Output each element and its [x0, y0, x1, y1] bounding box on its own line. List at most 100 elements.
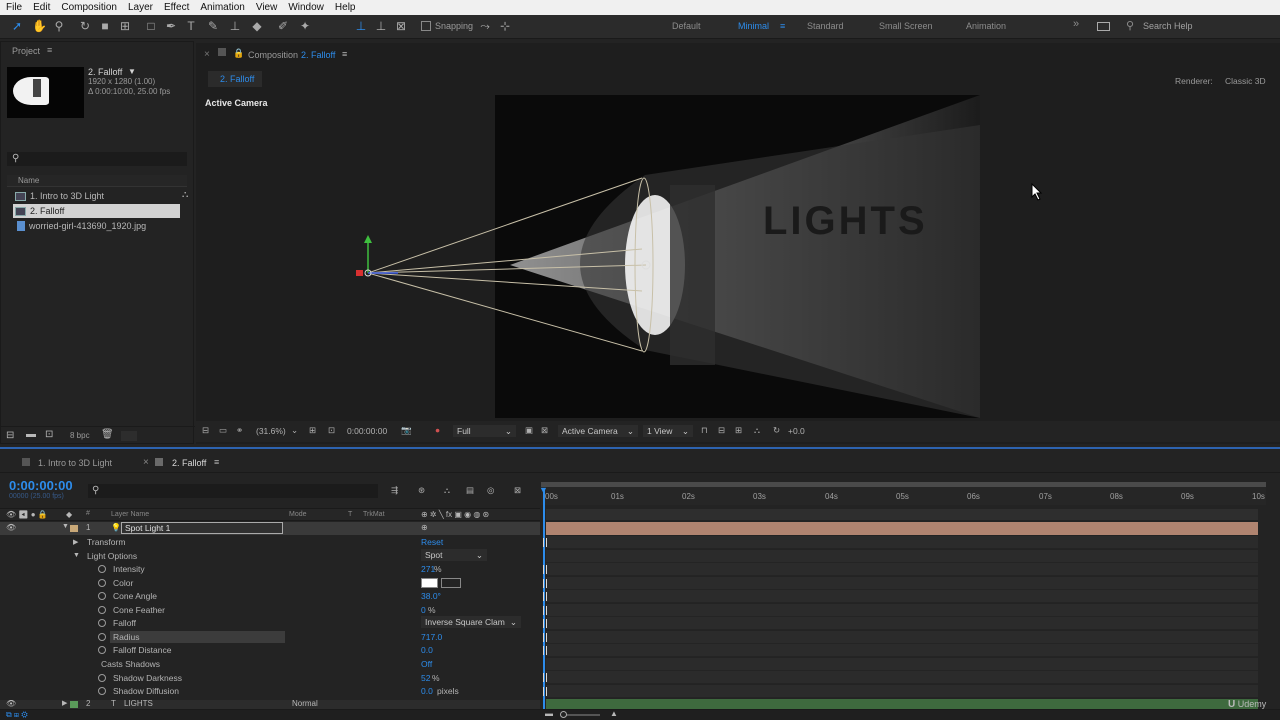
graph-editor-icon[interactable]: ⊠ — [514, 485, 521, 496]
mask-icon[interactable]: ⚭ — [236, 425, 243, 436]
collapsed-arrow-icon[interactable]: ▶ — [62, 700, 67, 707]
workspace-animation[interactable]: Animation — [966, 21, 1006, 31]
menu-edit[interactable]: Edit — [33, 2, 50, 13]
cone-angle-value[interactable]: 38.0° — [421, 591, 441, 601]
playhead-handle-icon[interactable]: ▼ — [539, 485, 548, 495]
layer-name-field[interactable]: Spot Light 1 — [121, 522, 283, 534]
safe-zone-icon[interactable]: ⊡ — [328, 425, 335, 436]
workspace-small-screen[interactable]: Small Screen — [879, 21, 933, 31]
workspace-default[interactable]: Default — [672, 21, 701, 31]
puppet-tool-icon[interactable]: ✦ — [298, 19, 312, 33]
project-search-input[interactable]: ⚲ — [7, 152, 187, 166]
snapshot-icon[interactable]: 📷 — [401, 425, 412, 436]
roto-brush-tool-icon[interactable]: ✐ — [276, 19, 290, 33]
shy-layers-icon[interactable]: ⛬ — [444, 485, 450, 496]
menu-help[interactable]: Help — [335, 2, 356, 13]
interpret-footage-icon[interactable]: ⊟ — [6, 430, 14, 441]
name-column-header[interactable]: Name — [18, 176, 39, 185]
blend-mode-dropdown[interactable]: Normal — [292, 700, 318, 708]
type-tool-icon[interactable]: T — [184, 19, 198, 33]
time-marker[interactable] — [543, 673, 547, 682]
rotate-tool-icon[interactable]: ↻ — [78, 19, 92, 33]
eyedropper-icon[interactable] — [441, 578, 461, 588]
time-marker[interactable] — [543, 538, 547, 547]
camera-tool-icon[interactable]: ■ — [98, 19, 112, 33]
stopwatch-icon[interactable] — [98, 579, 106, 587]
light-gizmo[interactable] — [346, 163, 666, 363]
search-help-input[interactable]: Search Help — [1143, 21, 1193, 31]
stopwatch-icon[interactable] — [98, 674, 106, 682]
flowchart-icon[interactable]: ⛬ — [754, 425, 760, 436]
stopwatch-icon[interactable] — [98, 606, 106, 614]
fast-preview-icon[interactable]: ⊟ — [718, 425, 725, 436]
label-color-swatch[interactable] — [70, 701, 78, 708]
layer-name-column-header[interactable]: Layer Name — [111, 511, 149, 518]
av-features-icons[interactable]: 👁 ◀ ● 🔒 — [6, 510, 48, 519]
project-item-selected[interactable]: 2. Falloff — [13, 204, 180, 218]
preview-icon[interactable]: ⊟ — [202, 425, 209, 436]
current-time[interactable]: 0:00:00:00 — [9, 478, 73, 493]
layer-row[interactable]: 👁 ▼ 1 💡 Spot Light 1 ⊕ — [0, 522, 540, 535]
workspace-menu-icon[interactable]: ≡ — [780, 21, 785, 31]
view-layout-dropdown[interactable]: 1 View ⌄ — [643, 425, 693, 437]
panel-menu-icon[interactable]: ≡ — [214, 457, 219, 467]
stopwatch-icon[interactable] — [98, 592, 106, 600]
tab-falloff[interactable]: 2. Falloff — [172, 458, 206, 468]
motion-blur-icon[interactable]: ◎ — [487, 485, 494, 496]
t-column-header[interactable]: T — [348, 511, 352, 518]
visibility-icon[interactable]: 👁 — [6, 700, 16, 708]
flowchart-icon[interactable]: ⛬ — [182, 189, 188, 200]
channel-icon[interactable]: ● — [435, 425, 440, 435]
falloff-dropdown[interactable]: Inverse Square Clam ⌄ — [421, 616, 521, 628]
close-icon[interactable]: × — [143, 457, 149, 468]
world-axis-icon[interactable]: ⊥ — [374, 19, 388, 33]
bit-depth-label[interactable]: 8 bpc — [70, 431, 90, 440]
time-marker[interactable] — [543, 633, 547, 642]
menu-window[interactable]: Window — [288, 2, 324, 13]
pan-behind-tool-icon[interactable]: ⊞ — [118, 19, 132, 33]
stopwatch-icon[interactable] — [98, 633, 106, 641]
draft-3d-icon[interactable]: ⊛ — [418, 485, 425, 496]
transform-group[interactable]: Transform — [87, 537, 125, 547]
menu-effect[interactable]: Effect — [164, 2, 189, 13]
eraser-tool-icon[interactable]: ◆ — [250, 19, 264, 33]
viewer-timecode[interactable]: 0:00:00:00 — [347, 426, 387, 436]
monitor-icon[interactable]: ▭ — [219, 425, 227, 436]
local-axis-icon[interactable]: ⊥ — [354, 19, 368, 33]
time-marker[interactable] — [543, 579, 547, 588]
time-marker[interactable] — [543, 606, 547, 615]
cone-feather-value[interactable]: 0 — [421, 605, 426, 615]
hand-tool-icon[interactable]: ✋ — [32, 19, 47, 33]
brush-tool-icon[interactable]: ✎ — [206, 19, 220, 33]
timeline-icon[interactable]: ⊞ — [735, 425, 742, 436]
playhead[interactable] — [543, 490, 545, 717]
color-swatch[interactable] — [421, 578, 438, 588]
light-options-group[interactable]: Light Options — [87, 551, 137, 561]
parent-pick-icon[interactable]: ⊕ — [421, 523, 428, 532]
label-column-icon[interactable]: ◆ — [66, 510, 72, 519]
selection-tool-icon[interactable]: ➚ — [10, 19, 24, 33]
new-folder-icon[interactable]: ▬ — [26, 429, 36, 440]
layer-name[interactable]: LIGHTS — [124, 700, 153, 708]
layer-search-input[interactable]: ⚲ — [88, 484, 378, 498]
comp-nav-tab[interactable]: 2. Falloff — [208, 71, 262, 87]
zoom-level[interactable]: (31.6%) — [256, 426, 286, 436]
zoom-in-icon[interactable]: ▲ — [610, 709, 618, 718]
snap-points-icon[interactable]: ⊹ — [498, 19, 512, 33]
zoom-slider[interactable] — [562, 714, 600, 716]
more-workspaces-icon[interactable]: » — [1073, 18, 1079, 30]
shadow-darkness-value[interactable]: 52 — [421, 673, 430, 683]
radius-value[interactable]: 717.0 — [421, 632, 442, 642]
tab-intro-3d-light[interactable]: 1. Intro to 3D Light — [38, 458, 112, 468]
lock-icon[interactable]: 🔒 — [233, 48, 244, 59]
comp-mini-flowchart-icon[interactable]: ⇶ — [391, 485, 398, 496]
transparency-grid-icon[interactable]: ⊠ — [541, 425, 548, 436]
time-marker[interactable] — [543, 565, 547, 574]
casts-shadows-value[interactable]: Off — [421, 659, 432, 669]
workspace-standard[interactable]: Standard — [807, 21, 844, 31]
grid-icon[interactable]: ⊞ — [309, 425, 316, 436]
workspace-minimal[interactable]: Minimal — [738, 21, 769, 31]
zoom-slider-handle[interactable] — [560, 711, 567, 718]
label-color-swatch[interactable] — [70, 525, 78, 532]
zoom-tool-icon[interactable]: ⚲ — [52, 19, 66, 33]
